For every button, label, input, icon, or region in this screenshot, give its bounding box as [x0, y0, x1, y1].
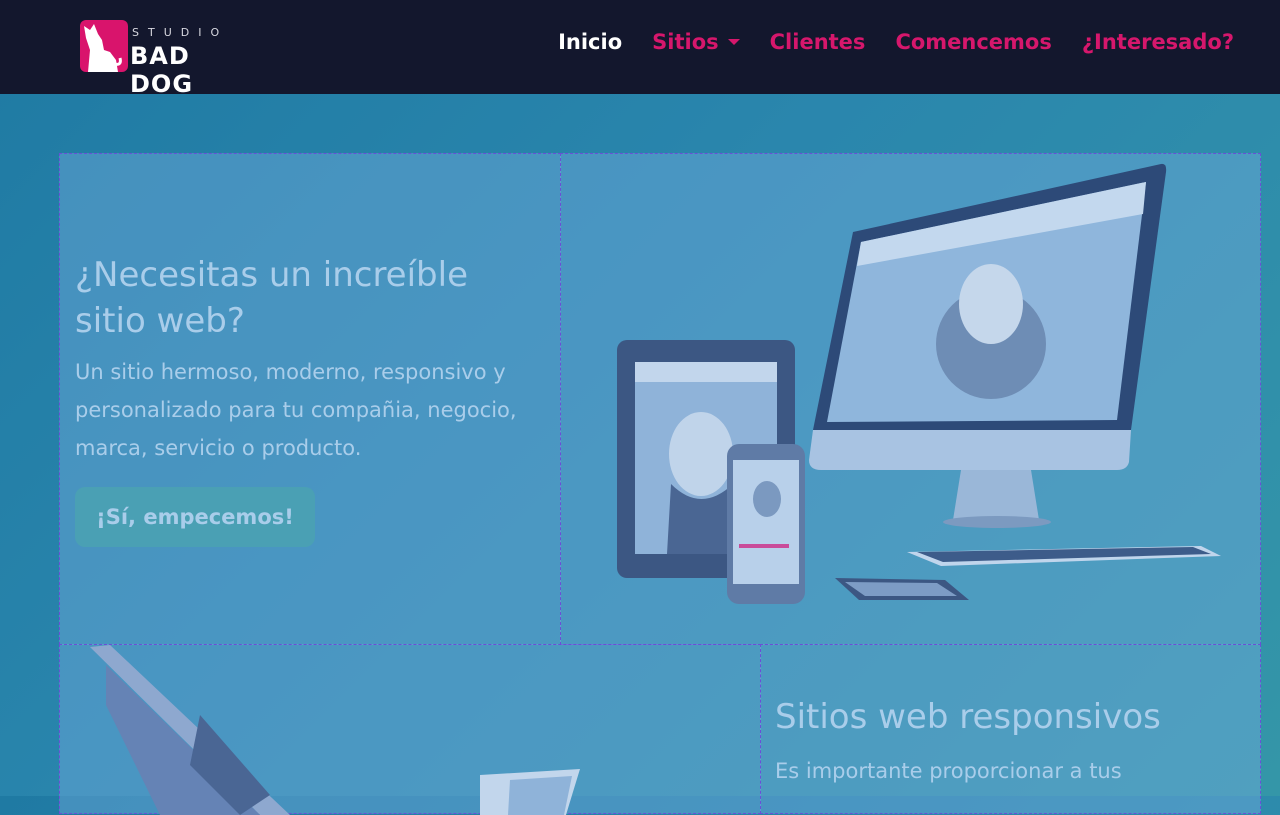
- brand-logo[interactable]: STUDIO BAD DOG: [80, 20, 255, 98]
- brand-studio: STUDIO: [132, 26, 229, 39]
- navbar: STUDIO BAD DOG Inicio Sitios Clientes Co…: [0, 0, 1280, 98]
- nav-item-comencemos[interactable]: Comencemos: [895, 30, 1051, 54]
- brand-name: BAD DOG: [130, 42, 194, 98]
- hero-image-cell: [560, 153, 1261, 645]
- hero-text-cell: ¿Necesitas un increíble sitio web? Un si…: [59, 153, 561, 645]
- laptop-image: [90, 645, 580, 815]
- nav-label: Comencemos: [895, 30, 1052, 54]
- nav-label: Clientes: [769, 30, 866, 54]
- devices-image: [617, 163, 1221, 604]
- hero-title: ¿Necesitas un increíble sitio web?: [75, 255, 468, 341]
- nav-label: Inicio: [558, 30, 623, 54]
- laptop-image-cell: [59, 644, 761, 815]
- nav-item-interesado[interactable]: ¿Interesado?: [1082, 30, 1234, 54]
- responsive-text-cell: Sitios web responsivos Es importante pro…: [760, 644, 1261, 814]
- section-title: Sitios web responsivos: [775, 697, 1161, 737]
- nav-label: Sitios: [652, 30, 719, 54]
- section-text: Es importante proporcionar a tus: [775, 759, 1122, 783]
- dog-logo-icon: [80, 20, 128, 72]
- nav-item-inicio[interactable]: Inicio: [558, 30, 622, 54]
- chevron-down-icon: [727, 39, 740, 45]
- nav-item-clientes[interactable]: Clientes: [770, 30, 866, 54]
- nav-label: ¿Interesado?: [1081, 30, 1234, 54]
- cta-button[interactable]: ¡Sí, empecemos!: [75, 487, 315, 547]
- hero-description: Un sitio hermoso, moderno, responsivo y …: [75, 360, 517, 460]
- main-nav: Inicio Sitios Clientes Comencemos ¿Inter…: [558, 30, 1234, 54]
- nav-item-sitios[interactable]: Sitios: [652, 30, 740, 54]
